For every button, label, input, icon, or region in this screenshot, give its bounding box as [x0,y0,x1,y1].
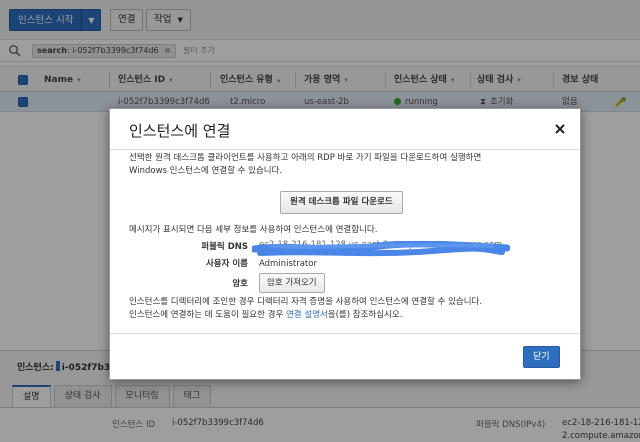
modal-divider [110,149,580,150]
public-dns-label: 퍼블릭 DNS [201,242,248,252]
modal-prompt-line: 메시지가 표시되면 다음 세부 정보를 사용하여 인스턴스에 연결합니다. [129,225,378,235]
modal-note-line2: 인스턴스에 연결하는 데 도움이 필요한 경우 연결 설명서을(를) 참조하십시… [129,310,403,320]
download-rdp-button[interactable]: 원격 데스크톱 파일 다운로드 [280,191,403,214]
username-value: Administrator [259,259,317,269]
modal-note-line1: 인스턴스를 디렉터리에 조인한 경우 디렉터리 자격 증명을 사용하여 인스턴스… [129,297,483,307]
close-icon[interactable] [553,122,567,136]
modal-intro-line2: Windows 인스턴스에 연결할 수 있습니다. [129,166,283,176]
close-button[interactable]: 닫기 [523,346,560,368]
get-password-button[interactable]: 암호 가져오기 [259,273,325,293]
redaction-scribble [250,240,511,259]
connect-instance-modal: 인스턴스에 연결 선택한 원격 데스크톱 클라이언트를 사용하고 아래의 RDP… [109,108,581,380]
modal-footer-divider [110,333,580,334]
password-label: 암호 [232,279,248,289]
connection-guide-link[interactable]: 연결 설명서 [286,310,328,320]
username-label: 사용자 이름 [205,259,248,269]
modal-intro-line1: 선택한 원격 데스크톱 클라이언트를 사용하고 아래의 RDP 바로 가기 파일… [129,153,482,163]
modal-title: 인스턴스에 연결 [129,122,231,140]
